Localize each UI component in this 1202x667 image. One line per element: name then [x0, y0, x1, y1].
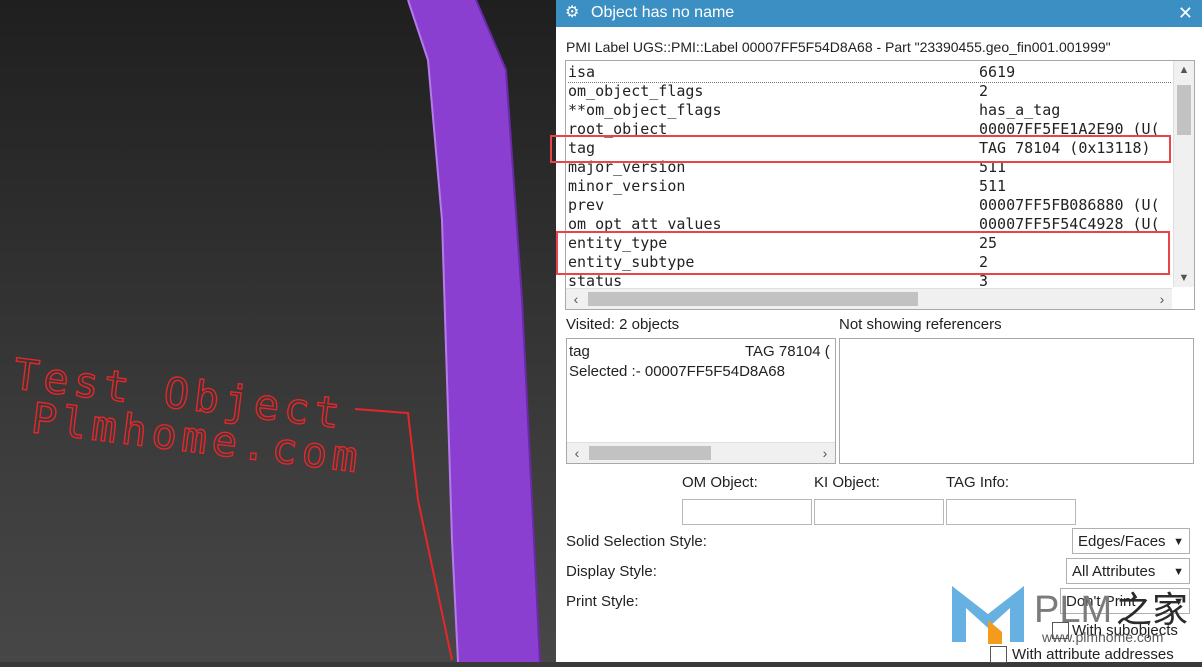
- visited-list-horizontal-scrollbar[interactable]: ‹ ›: [567, 442, 835, 463]
- attribute-value: 511: [979, 177, 1007, 195]
- plm-logo-icon: PLM 之家 www.plmhome.com: [952, 586, 1188, 645]
- attribute-key: **om_object_flags: [568, 101, 722, 119]
- object-header: PMI Label UGS::PMI::Label 00007FF5F54D8A…: [566, 39, 1111, 55]
- attribute-row[interactable]: status 3: [568, 272, 1172, 287]
- attribute-value: 6619: [979, 63, 1016, 81]
- watermark-url: www.plmhome.com: [1041, 629, 1163, 645]
- attribute-value: 3: [979, 272, 989, 287]
- attribute-key: om_opt_att_values: [568, 215, 722, 233]
- scroll-right-icon[interactable]: ›: [815, 444, 835, 462]
- watermark-chinese: 之家: [1116, 590, 1188, 631]
- viewport-canvas[interactable]: Test Object Plmhome.com: [0, 0, 556, 662]
- attribute-row[interactable]: major_version 511: [568, 158, 1172, 177]
- scrollbar-thumb[interactable]: [589, 446, 711, 460]
- attribute-list[interactable]: isa 6619 om_object_flags 2 **om_object_fla…: [565, 60, 1195, 310]
- visited-item-key: tag: [569, 343, 590, 360]
- attribute-row[interactable]: tag TAG 78104 (0x13118): [568, 139, 1172, 158]
- pmi-leader-line: [354, 408, 453, 661]
- attribute-key: tag: [568, 139, 596, 157]
- watermark-brand: PLM: [1034, 589, 1112, 631]
- tag-info-label: TAG Info:: [946, 474, 1010, 491]
- scroll-right-icon[interactable]: ›: [1152, 290, 1172, 308]
- attribute-row[interactable]: om_opt_att_values 00007FF5F54C4928 (U(: [568, 215, 1172, 234]
- solid-selection-style-value: Edges/Faces: [1078, 533, 1166, 550]
- visited-list[interactable]: tag TAG 78104 ( Selected :- 00007FF5F54D…: [566, 338, 836, 464]
- dialog-title: Object has no name: [591, 4, 735, 21]
- attribute-value: 00007FF5FB086880 (U(: [979, 196, 1160, 214]
- attribute-value: 00007FF5FE1A2E90 (U(: [979, 120, 1160, 138]
- attribute-key: major_version: [568, 158, 686, 176]
- ki-object-field[interactable]: [814, 499, 944, 525]
- attribute-row[interactable]: entity_type 25: [568, 234, 1172, 253]
- attribute-value: 2: [979, 82, 989, 100]
- referencers-label: Not showing referencers: [839, 316, 1002, 333]
- visited-item-selected[interactable]: Selected :- 00007FF5F54D8A68: [569, 363, 785, 381]
- attribute-row[interactable]: minor_version 511: [568, 177, 1172, 196]
- close-icon[interactable]: ✕: [1178, 3, 1193, 23]
- om-object-label: OM Object:: [682, 474, 758, 491]
- visited-item-value: TAG 78104 (: [745, 343, 830, 360]
- object-info-dialog: ⚙ Object has no name ✕ PMI Label UGS::PM…: [550, 0, 1202, 663]
- attribute-row[interactable]: root_object 00007FF5FE1A2E90 (U(: [568, 120, 1172, 139]
- scroll-left-icon[interactable]: ‹: [566, 290, 586, 308]
- chevron-down-icon: ▼: [1173, 536, 1184, 548]
- attribute-value: 25: [979, 234, 998, 252]
- gear-icon[interactable]: ⚙: [565, 4, 579, 22]
- attribute-list-horizontal-scrollbar[interactable]: ‹ ›: [566, 288, 1172, 309]
- attribute-key: om_object_flags: [568, 82, 704, 100]
- attribute-row[interactable]: **om_object_flags has_a_tag: [568, 101, 1172, 120]
- attribute-row[interactable]: om_object_flags 2: [568, 82, 1172, 101]
- attribute-key: minor_version: [568, 177, 686, 195]
- attribute-key: status: [568, 272, 623, 287]
- ki-object-label: KI Object:: [814, 474, 880, 491]
- scroll-left-icon[interactable]: ‹: [567, 444, 587, 462]
- referencers-list[interactable]: [839, 338, 1194, 464]
- attribute-row[interactable]: isa 6619: [568, 63, 1172, 83]
- solid-selection-style-dropdown[interactable]: Edges/Faces ▼: [1072, 528, 1190, 554]
- visited-label: Visited: 2 objects: [566, 316, 680, 333]
- scroll-up-icon[interactable]: ▲: [1174, 64, 1194, 76]
- scroll-down-icon[interactable]: ▼: [1174, 272, 1194, 284]
- dialog-titlebar[interactable]: ⚙ Object has no name ✕: [556, 0, 1202, 27]
- om-object-field[interactable]: [682, 499, 812, 525]
- print-style-label: Print Style:: [566, 593, 639, 610]
- graphics-viewport[interactable]: Test Object Plmhome.com: [0, 0, 556, 662]
- watermark: PLM 之家 www.plmhome.com: [950, 578, 1202, 662]
- solid-selection-style-label: Solid Selection Style:: [566, 533, 707, 550]
- attribute-value: 2: [979, 253, 989, 271]
- attribute-row[interactable]: prev 00007FF5FB086880 (U(: [568, 196, 1172, 215]
- attribute-key: entity_type: [568, 234, 668, 252]
- attribute-value: TAG 78104 (0x13118): [979, 139, 1151, 157]
- attribute-value: 00007FF5F54C4928 (U(: [979, 215, 1160, 233]
- scrollbar-thumb[interactable]: [1177, 85, 1191, 135]
- attribute-rows: isa 6619 om_object_flags 2 **om_object_fla…: [568, 63, 1172, 287]
- purple-part-face[interactable]: [408, 0, 540, 662]
- attribute-key: prev: [568, 196, 605, 214]
- attribute-value: has_a_tag: [979, 101, 1061, 119]
- scrollbar-thumb[interactable]: [588, 292, 918, 306]
- attribute-key: root_object: [568, 120, 668, 138]
- attribute-value: 511: [979, 158, 1007, 176]
- attribute-list-vertical-scrollbar[interactable]: ▲ ▼: [1173, 61, 1194, 287]
- tag-info-field[interactable]: [946, 499, 1076, 525]
- attribute-key: entity_subtype: [568, 253, 695, 271]
- attribute-key: isa: [568, 63, 596, 81]
- display-style-label: Display Style:: [566, 563, 657, 580]
- attribute-row[interactable]: entity_subtype 2: [568, 253, 1172, 272]
